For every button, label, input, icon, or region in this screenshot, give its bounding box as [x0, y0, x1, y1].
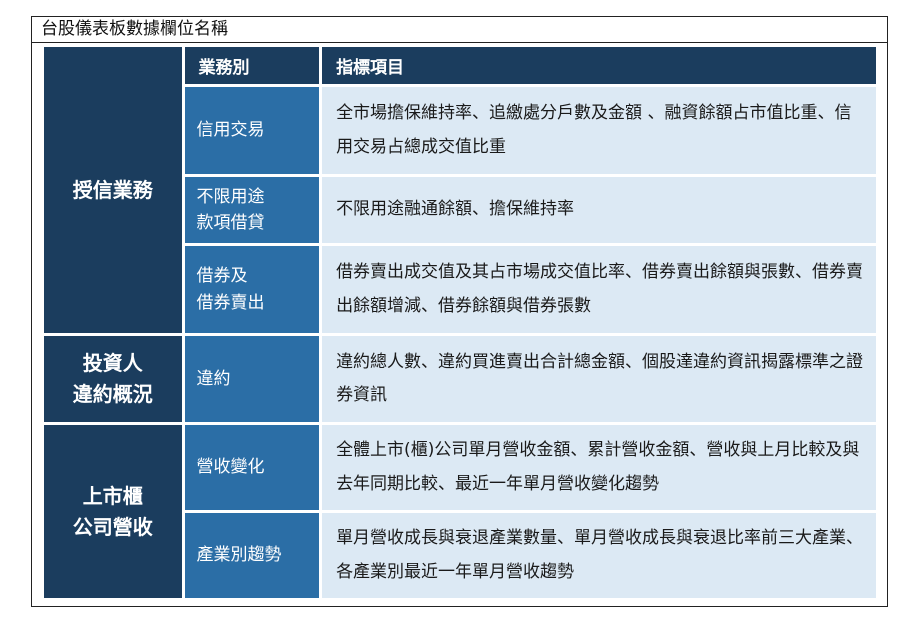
category-label: 上市櫃 [82, 483, 143, 508]
category-cell-default: 投資人 違約概況 [44, 336, 182, 422]
business-cell: 違約 [184, 336, 320, 422]
table-row: 上市櫃 公司營收 營收變化 全體上市(櫃)公司單月營收金額、累計營收金額、營收與… [44, 425, 876, 598]
indicator-cell: 違約總人數、違約買進賣出合計總金額、個股達違約資訊揭露標準之證券資訊 [322, 336, 876, 422]
business-label: 產業別趨勢 [196, 545, 282, 566]
business-cell: 營收變化 [184, 425, 320, 510]
category-cell-credit: 授信業務 [44, 47, 182, 333]
indicator-cell: 單月營收成長與衰退產業數量、單月營收成長與衰退比率前三大產業、各產業別最近一年單… [322, 513, 876, 598]
category-label: 授信業務 [72, 177, 153, 202]
business-label: 違約 [196, 368, 231, 389]
business-cell: 不限用途 款項借貸 [184, 177, 320, 243]
business-label: 不限用途 [196, 186, 265, 207]
header-row: 授信業務 業務別 指標項目 [44, 47, 876, 333]
indicator-cell: 全市場擔保維持率、追繳處分戶數及金額 、融資餘額占市值比重、信用交易占總成交值比… [322, 87, 876, 174]
table-frame: 台股儀表板數據欄位名稱 授信業務 業務別 指標項目 信用交易 全市場擔保維持率、… [31, 16, 888, 607]
category-label: 公司營收 [72, 514, 153, 539]
business-label: 借券賣出 [196, 292, 265, 313]
category-label: 違約概況 [72, 382, 153, 406]
table-row: 投資人 違約概況 違約 違約總人數、違約買進賣出合計總金額、個股達違約資訊揭露標… [44, 336, 876, 422]
business-cell: 信用交易 [184, 87, 320, 174]
indicator-table: 授信業務 業務別 指標項目 信用交易 全市場擔保維持率、追繳處分戶數及金額 、融… [41, 44, 879, 601]
header-indicators: 指標項目 [322, 47, 876, 84]
business-cell: 產業別趨勢 [184, 513, 320, 598]
business-label: 營收變化 [196, 457, 265, 478]
category-cell-revenue: 上市櫃 公司營收 [44, 425, 182, 598]
business-cell: 借券及 借券賣出 [184, 246, 320, 333]
indicator-cell: 全體上市(櫃)公司單月營收金額、累計營收金額、營收與上月比較及與去年同期比較、最… [322, 425, 876, 510]
indicator-cell: 借券賣出成交值及其占市場成交值比率、借券賣出餘額與張數、借券賣出餘額增減、借券餘… [322, 246, 876, 333]
table-title: 台股儀表板數據欄位名稱 [32, 17, 887, 43]
category-label: 投資人 [82, 351, 143, 375]
business-label: 借券及 [196, 266, 248, 287]
business-label: 信用交易 [196, 120, 265, 141]
business-label: 款項借貸 [196, 213, 265, 233]
header-business: 業務別 [184, 47, 320, 84]
indicator-cell: 不限用途融通餘額、擔保維持率 [322, 177, 876, 243]
